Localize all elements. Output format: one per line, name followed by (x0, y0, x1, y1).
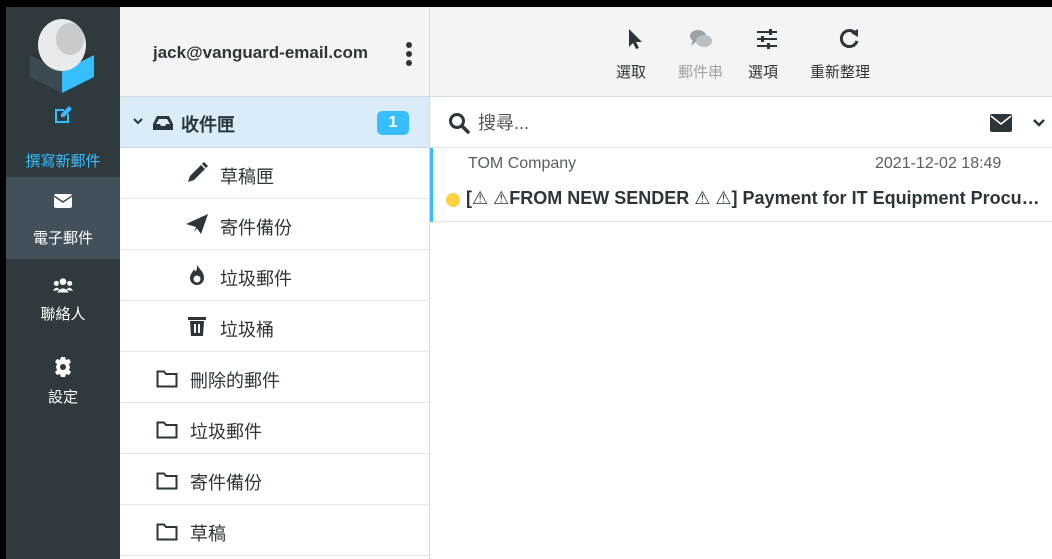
folder-icon (156, 523, 178, 541)
folder-deleted[interactable]: 刪除的郵件 (120, 352, 429, 403)
gear-icon (55, 357, 71, 377)
folder-junk[interactable]: 垃圾郵件 (120, 403, 429, 454)
nav-item-mail-label: 電子郵件 (32, 230, 93, 247)
options-label: 選項 (748, 64, 779, 81)
compose-icon (55, 106, 72, 123)
folder-sent[interactable]: 寄件備份 (120, 454, 429, 505)
refresh-icon (839, 29, 859, 48)
nav-item-contacts[interactable]: 聯絡人 (6, 259, 120, 341)
folder-panel: jack@vanguard-email.com 收件匣 1 草稿匣 寄件備份 垃… (120, 7, 430, 559)
envelope-filter-icon[interactable] (990, 114, 1012, 132)
envelope-icon (53, 194, 73, 208)
search-bar (430, 97, 1052, 148)
toolbar: 選取 郵件串 選項 重新整理 (430, 7, 1052, 97)
threads-label: 郵件串 (678, 64, 724, 81)
folder-trash-sub[interactable]: 垃圾桶 (120, 301, 429, 352)
pencil-icon (188, 162, 208, 182)
folder-inbox[interactable]: 收件匣 1 (120, 97, 429, 148)
folder-icon (156, 472, 178, 490)
trash-icon (188, 317, 206, 336)
threads-button[interactable]: 郵件串 (675, 7, 735, 97)
folder-sent-label: 寄件備份 (190, 473, 262, 493)
nav-item-contacts-label: 聯絡人 (40, 306, 86, 323)
account-header: jack@vanguard-email.com (120, 7, 429, 97)
folder-drafts-label: 草稿 (190, 524, 226, 544)
refresh-button[interactable]: 重新整理 (805, 7, 885, 97)
message-list-item[interactable]: TOM Company 2021-12-02 18:49 [⚠ ⚠FROM NE… (430, 148, 1052, 222)
folder-deleted-label: 刪除的郵件 (190, 371, 280, 391)
paper-plane-icon (186, 214, 208, 234)
folder-trash-sub-label: 垃圾桶 (220, 320, 274, 340)
folder-sent-sub[interactable]: 寄件備份 (120, 199, 429, 250)
folder-junk-sub[interactable]: 垃圾郵件 (120, 250, 429, 301)
folder-icon (156, 370, 178, 388)
refresh-label: 重新整理 (810, 64, 871, 81)
folder-drafts-sub[interactable]: 草稿匣 (120, 148, 429, 199)
chevron-down-icon[interactable] (132, 115, 144, 127)
nav-item-mail[interactable]: 電子郵件 (6, 177, 120, 259)
compose-button[interactable]: 撰寫新郵件 (6, 97, 120, 177)
message-sender: TOM Company (468, 155, 577, 172)
main-nav: 撰寫新郵件 電子郵件 聯絡人 設定 (6, 7, 120, 559)
comments-icon (690, 30, 712, 47)
sliders-icon (757, 29, 777, 49)
folder-sent-sub-label: 寄件備份 (220, 218, 292, 238)
app-logo (30, 19, 94, 93)
folder-icon (156, 421, 178, 439)
kebab-menu-icon[interactable] (404, 41, 414, 67)
folder-junk-label: 垃圾郵件 (190, 422, 262, 442)
app-window: 撰寫新郵件 電子郵件 聯絡人 設定 jack@vanguard-email.co… (6, 7, 1052, 559)
folder-junk-sub-label: 垃圾郵件 (220, 269, 292, 289)
unread-indicator-bar (430, 148, 433, 222)
unread-dot-icon[interactable] (446, 193, 460, 207)
message-date: 2021-12-02 18:49 (875, 155, 1002, 172)
nav-item-settings-label: 設定 (47, 389, 78, 406)
folder-inbox-label: 收件匣 (181, 115, 235, 135)
folder-drafts-sub-label: 草稿匣 (220, 167, 274, 187)
folder-drafts[interactable]: 草稿 (120, 505, 429, 556)
chevron-down-icon[interactable] (1032, 117, 1046, 129)
inbox-icon (153, 116, 173, 130)
select-label: 選取 (616, 64, 647, 81)
cursor-icon (629, 29, 642, 49)
users-icon (53, 278, 73, 293)
message-subject: [⚠ ⚠FROM NEW SENDER ⚠ ⚠] Payment for IT … (466, 188, 1046, 208)
unread-count-badge: 1 (377, 111, 409, 135)
options-button[interactable]: 選項 (745, 7, 790, 97)
fire-icon (190, 265, 204, 285)
nav-item-settings[interactable]: 設定 (6, 341, 120, 423)
search-input[interactable] (478, 109, 958, 137)
compose-label: 撰寫新郵件 (25, 153, 101, 170)
select-button[interactable]: 選取 (613, 7, 658, 97)
account-email: jack@vanguard-email.com (153, 43, 368, 62)
search-icon[interactable] (448, 112, 470, 134)
message-list-panel: 選取 郵件串 選項 重新整理 搜尋... TOM Company 2021-12… (430, 7, 1052, 559)
